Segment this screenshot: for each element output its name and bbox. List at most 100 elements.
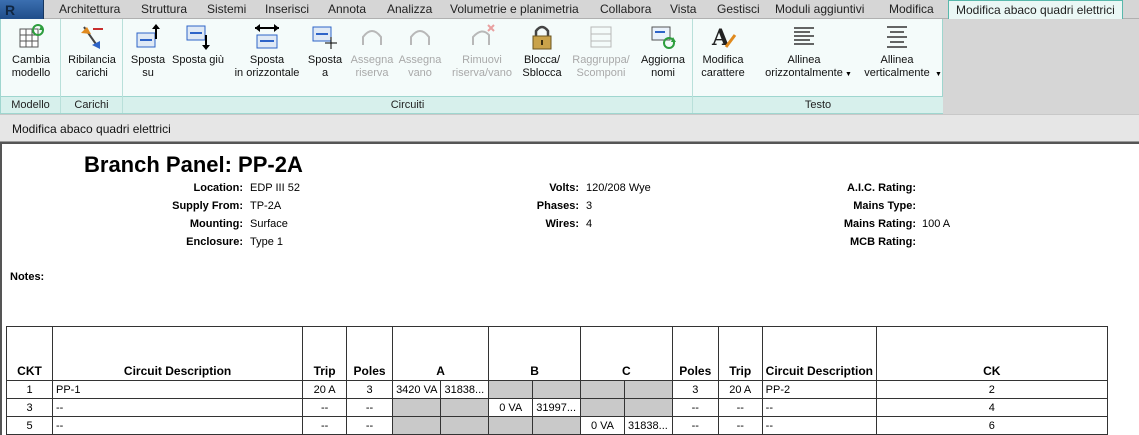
poles-right-cell[interactable]: 3 (671, 380, 719, 399)
col-ckt-right: CK (876, 326, 1108, 381)
desc-left-cell[interactable]: -- (51, 398, 304, 417)
schedule-title[interactable]: Branch Panel: PP-2A (84, 152, 303, 178)
volts-value[interactable]: 120/208 Wye (586, 182, 651, 194)
rimuovi-riserva-vano-button[interactable]: Rimuovi riserva/vano (447, 23, 517, 80)
phase-a-load-cell[interactable] (440, 416, 490, 435)
ckt-right-cell[interactable]: 2 (876, 380, 1108, 399)
phase-b-load-cell[interactable] (532, 380, 581, 399)
trip-right-cell[interactable]: 20 A (717, 380, 763, 399)
tab-sistemi[interactable]: Sistemi (200, 0, 253, 19)
modifica-carattere-button[interactable]: A Modifica carattere (695, 23, 751, 80)
poles-left-cell[interactable]: -- (346, 398, 394, 417)
tab-architettura[interactable]: Architettura (52, 0, 127, 19)
application-menu-button[interactable]: R (0, 0, 44, 19)
phase-c-load-cell[interactable]: 0 VA (579, 416, 626, 435)
volts-label: Volts: (549, 182, 579, 194)
tab-moduli-aggiuntivi[interactable]: Moduli aggiuntivi (768, 0, 871, 19)
desc-right-cell[interactable]: -- (761, 416, 878, 435)
phase-b-load-cell[interactable]: 31997... (532, 398, 581, 417)
phases-value[interactable]: 3 (586, 200, 592, 212)
desc-left-cell[interactable]: PP-1 (51, 380, 304, 399)
trip-right-cell[interactable]: -- (717, 416, 763, 435)
ckt-left-cell[interactable]: 5 (6, 416, 53, 435)
options-bar: Modifica abaco quadri elettrici (0, 114, 1139, 142)
col-trip-left: Trip (302, 326, 348, 381)
tab-volumetrie[interactable]: Volumetrie e planimetria (443, 0, 586, 19)
modifica-carattere-label: Modifica carattere (701, 54, 745, 79)
ckt-left-cell[interactable]: 1 (6, 380, 53, 399)
supply-from-value[interactable]: TP-2A (250, 200, 281, 212)
tab-inserisci[interactable]: Inserisci (258, 0, 316, 19)
mounting-value[interactable]: Surface (250, 218, 288, 230)
phase-c-load-cell[interactable] (624, 398, 673, 417)
tab-analizza[interactable]: Analizza (380, 0, 439, 19)
trip-left-cell[interactable]: 20 A (302, 380, 348, 399)
ckt-left-cell[interactable]: 3 (6, 398, 53, 417)
phase-c-load-cell[interactable] (579, 398, 626, 417)
tab-modifica[interactable]: Modifica (882, 0, 941, 19)
phase-b-load-cell[interactable] (532, 416, 581, 435)
sposta-su-button[interactable]: Sposta su (125, 23, 171, 80)
phase-a-load-cell[interactable] (392, 416, 442, 435)
desc-right-cell[interactable]: PP-2 (761, 380, 878, 399)
trip-right-cell[interactable]: -- (717, 398, 763, 417)
allinea-verticalmente-button[interactable]: Allinea verticalmente (855, 23, 939, 80)
phase-b-load-cell[interactable]: 0 VA (488, 398, 534, 417)
tab-annota[interactable]: Annota (321, 0, 373, 19)
sposta-orizzontale-label: Sposta in orizzontale (234, 54, 300, 79)
wires-label: Wires: (545, 218, 579, 230)
enclosure-value[interactable]: Type 1 (250, 236, 283, 248)
schedule-view[interactable]: Branch Panel: PP-2A Location: EDP III 52… (0, 142, 1139, 435)
sposta-giu-button[interactable]: Sposta giù (169, 23, 227, 67)
phase-a-load-cell[interactable]: 31838... (440, 380, 490, 399)
tab-collabora[interactable]: Collabora (593, 0, 658, 19)
table-row[interactable]: 1 PP-1 20 A 3 3420 VA 31838... 3 20 A PP… (6, 380, 1139, 399)
poles-left-cell[interactable]: 3 (346, 380, 394, 399)
ckt-right-cell[interactable]: 6 (876, 416, 1108, 435)
cambia-modello-label: Cambia modello (11, 54, 51, 79)
wires-value[interactable]: 4 (586, 218, 592, 230)
assign-space-icon (410, 30, 430, 45)
ribilancia-carichi-button[interactable]: Ribilancia carichi (64, 23, 120, 80)
desc-left-cell[interactable]: -- (51, 416, 304, 435)
ckt-right-cell[interactable]: 4 (876, 398, 1108, 417)
poles-left-cell[interactable]: -- (346, 416, 394, 435)
phase-a-load-cell[interactable] (392, 398, 442, 417)
allinea-orizzontalmente-button[interactable]: Allinea orizzontalmente (755, 23, 853, 80)
raggruppa-scomponi-button[interactable]: Raggruppa/ Scomponi (567, 23, 635, 80)
phase-c-load-cell[interactable] (624, 380, 673, 399)
poles-right-cell[interactable]: -- (671, 416, 719, 435)
mains-rating-value[interactable]: 100 A (922, 218, 950, 230)
mcb-rating-label: MCB Rating: (850, 236, 916, 248)
tab-modifica-abaco-quadri[interactable]: Modifica abaco quadri elettrici (948, 0, 1123, 20)
sposta-a-button[interactable]: Sposta a (303, 23, 347, 80)
trip-left-cell[interactable]: -- (302, 416, 348, 435)
aggiorna-nomi-button[interactable]: Aggiorna nomi (635, 23, 691, 80)
blocca-sblocca-button[interactable]: Blocca/ Sblocca (517, 23, 567, 80)
phase-c-load-cell[interactable] (579, 380, 626, 399)
desc-right-cell[interactable]: -- (761, 398, 878, 417)
trip-left-cell[interactable]: -- (302, 398, 348, 417)
cambia-modello-button[interactable]: Cambia modello (5, 23, 57, 80)
assegna-riserva-button[interactable]: Assegna riserva (347, 23, 397, 80)
allinea-orizzontalmente-dropdown-icon[interactable]: ▼ (845, 71, 852, 78)
table-row[interactable]: 5 -- -- -- 0 VA 31838... -- -- -- 6 (6, 416, 1139, 435)
tab-vista[interactable]: Vista (663, 0, 703, 19)
table-row[interactable]: 3 -- -- -- 0 VA 31997... -- -- -- 4 (6, 398, 1139, 417)
poles-right-cell[interactable]: -- (671, 398, 719, 417)
allinea-verticalmente-label: Allinea verticalmente (864, 54, 930, 79)
phase-c-load-cell[interactable]: 31838... (624, 416, 673, 435)
assegna-vano-button[interactable]: Assegna vano (395, 23, 445, 80)
col-poles-right: Poles (671, 326, 719, 381)
tab-struttura[interactable]: Struttura (134, 0, 194, 19)
allinea-verticalmente-dropdown-icon[interactable]: ▼ (935, 71, 942, 78)
tab-gestisci[interactable]: Gestisci (710, 0, 767, 19)
sposta-orizzontale-button[interactable]: Sposta in orizzontale (229, 23, 305, 80)
phase-a-load-cell[interactable] (440, 398, 490, 417)
phase-b-load-cell[interactable] (488, 416, 534, 435)
move-horizontal-icon (255, 24, 279, 49)
location-value[interactable]: EDP III 52 (250, 182, 300, 194)
move-up-icon (136, 24, 160, 48)
phase-b-load-cell[interactable] (488, 380, 534, 399)
phase-a-load-cell[interactable]: 3420 VA (392, 380, 442, 399)
